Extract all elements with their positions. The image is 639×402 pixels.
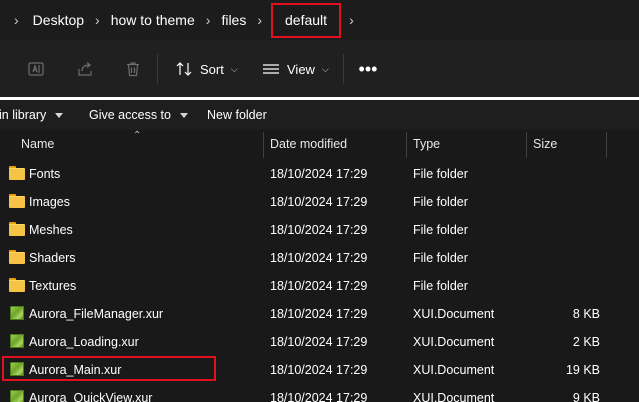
delete-icon[interactable] [124, 60, 142, 78]
toolbar-separator [343, 54, 344, 84]
sort-ascending-icon: ⌃ [133, 130, 142, 141]
file-name: Fonts [29, 167, 61, 181]
file-name: Images [29, 195, 70, 209]
file-date: 18/10/2024 17:29 [270, 363, 368, 377]
dropdown-arrow-icon [55, 113, 64, 118]
new-folder-label: New folder [207, 108, 267, 122]
file-name: Meshes [29, 223, 73, 237]
chevron-down-icon: ⌵ [321, 63, 329, 74]
file-name: Aurora_FileManager.xur [29, 307, 164, 321]
chevron-down-icon: ⌵ [230, 63, 238, 74]
folder-icon [9, 166, 25, 180]
rename-icon[interactable] [27, 60, 45, 78]
column-resize-handle[interactable] [606, 132, 607, 158]
chevron-right-icon[interactable]: › [14, 13, 19, 27]
folder-icon [9, 250, 25, 264]
file-type: File folder [413, 167, 468, 181]
more-options-button[interactable]: ••• [358, 58, 378, 80]
file-date: 18/10/2024 17:29 [270, 251, 368, 265]
file-type: File folder [413, 279, 468, 293]
file-row-aurora-quickview[interactable]: Aurora_QuickView.xur 18/10/2024 17:29 XU… [0, 384, 639, 402]
file-type: XUI.Document [413, 391, 495, 402]
file-date: 18/10/2024 17:29 [270, 223, 368, 237]
xur-file-icon [10, 306, 24, 320]
file-list: Fonts 18/10/2024 17:29 File folder Image… [0, 160, 639, 402]
column-headers: ⌃ Name Date modified Type Size [0, 130, 639, 158]
chevron-right-icon[interactable]: › [349, 13, 354, 27]
column-header-size[interactable]: Size [533, 137, 557, 151]
file-name: Shaders [29, 251, 76, 265]
column-resize-handle[interactable] [406, 132, 407, 158]
file-type: File folder [413, 251, 468, 265]
chevron-right-icon[interactable]: › [257, 13, 262, 27]
file-row-aurora-loading[interactable]: Aurora_Loading.xur 18/10/2024 17:29 XUI.… [0, 328, 639, 356]
column-header-date[interactable]: Date modified [270, 137, 347, 151]
file-size: 2 KB [572, 335, 600, 349]
file-row-textures[interactable]: Textures 18/10/2024 17:29 File folder [0, 272, 639, 300]
view-label: View [287, 61, 315, 77]
sort-label: Sort [200, 61, 224, 77]
file-size: 9 KB [572, 391, 600, 402]
file-date: 18/10/2024 17:29 [270, 307, 368, 321]
file-type: XUI.Document [413, 307, 495, 321]
xur-file-icon [10, 334, 24, 348]
address-bar: › Desktop › how to theme › files › defau… [0, 0, 639, 40]
secondary-toolbar: in library Give access to New folder [0, 100, 639, 130]
file-name: Aurora_Loading.xur [29, 335, 139, 349]
file-row-images[interactable]: Images 18/10/2024 17:29 File folder [0, 188, 639, 216]
xur-file-icon [10, 390, 24, 402]
file-date: 18/10/2024 17:29 [270, 195, 368, 209]
file-date: 18/10/2024 17:29 [270, 335, 368, 349]
column-resize-handle[interactable] [526, 132, 527, 158]
xur-file-icon [10, 362, 24, 376]
breadcrumb-files[interactable]: files [221, 13, 246, 27]
folder-icon [9, 278, 25, 292]
file-size: 8 KB [572, 307, 600, 321]
chevron-right-icon[interactable]: › [95, 13, 100, 27]
view-list-icon [262, 62, 280, 76]
file-row-aurora-main[interactable]: Aurora_Main.xur 18/10/2024 17:29 XUI.Doc… [0, 356, 639, 384]
file-row-shaders[interactable]: Shaders 18/10/2024 17:29 File folder [0, 244, 639, 272]
file-row-aurora-filemanager[interactable]: Aurora_FileManager.xur 18/10/2024 17:29 … [0, 300, 639, 328]
breadcrumb-desktop[interactable]: Desktop [33, 13, 84, 27]
file-size: 19 KB [565, 363, 600, 377]
sort-icon [175, 61, 193, 77]
file-type: File folder [413, 223, 468, 237]
file-row-meshes[interactable]: Meshes 18/10/2024 17:29 File folder [0, 216, 639, 244]
column-header-type[interactable]: Type [413, 137, 440, 151]
file-name: Aurora_Main.xur [29, 363, 122, 377]
chevron-right-icon[interactable]: › [206, 13, 211, 27]
folder-icon [9, 194, 25, 208]
file-date: 18/10/2024 17:29 [270, 279, 368, 293]
file-type: XUI.Document [413, 363, 495, 377]
file-name: Textures [29, 279, 77, 293]
column-header-name[interactable]: Name [21, 137, 54, 151]
folder-icon [9, 222, 25, 236]
file-explorer-window: › Desktop › how to theme › files › defau… [0, 0, 639, 402]
new-folder-button[interactable]: New folder [207, 108, 267, 122]
file-type: File folder [413, 195, 468, 209]
give-access-label: Give access to [89, 108, 171, 122]
file-type: XUI.Document [413, 335, 495, 349]
include-in-library-label: in library [0, 108, 47, 122]
file-date: 18/10/2024 17:29 [270, 391, 368, 402]
file-row-fonts[interactable]: Fonts 18/10/2024 17:29 File folder [0, 160, 639, 188]
breadcrumb-default[interactable]: default [271, 2, 342, 38]
command-bar: Sort ⌵ View ⌵ ••• [0, 40, 639, 97]
column-resize-handle[interactable] [263, 132, 264, 158]
share-icon[interactable] [76, 60, 94, 78]
give-access-button[interactable]: Give access to [89, 108, 188, 122]
view-button[interactable]: View ⌵ [262, 58, 329, 80]
toolbar-separator [157, 54, 158, 84]
dropdown-arrow-icon [179, 113, 188, 118]
breadcrumb-how-to-theme[interactable]: how to theme [111, 13, 195, 27]
include-in-library-button[interactable]: in library [0, 108, 64, 122]
file-date: 18/10/2024 17:29 [270, 167, 368, 181]
file-name: Aurora_QuickView.xur [29, 391, 153, 402]
sort-button[interactable]: Sort ⌵ [175, 58, 238, 80]
